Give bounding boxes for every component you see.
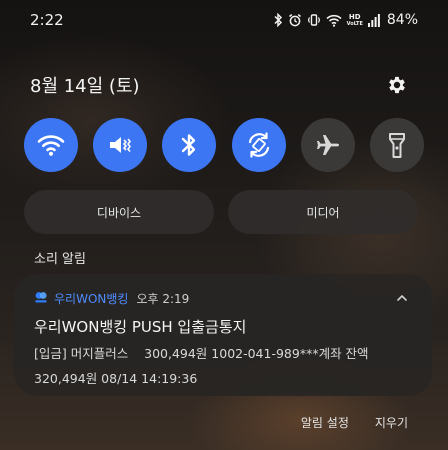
notification-time: 오후 2:19: [136, 291, 190, 306]
signal-icon: [367, 13, 380, 27]
vibrate-icon: [110, 137, 132, 153]
devices-button[interactable]: 디바이스: [24, 190, 214, 234]
auto-rotate-toggle[interactable]: [231, 118, 286, 172]
notification-app-name: 우리WON뱅킹: [54, 291, 129, 306]
status-bar: 2:22 HD VoLTE 84%: [0, 0, 448, 40]
notification-body-line-1: [입금] 머지플러스 300,494원 1002-041-989***계좌 잔액: [34, 346, 369, 361]
alarm-icon: [288, 14, 301, 27]
airplane-toggle[interactable]: [300, 118, 355, 172]
notification-card[interactable]: 우리WON뱅킹 오후 2:19 우리WON뱅킹 PUSH 입출금통지 [입금] …: [14, 274, 432, 396]
media-button[interactable]: 미디어: [228, 190, 418, 234]
wifi-icon: [37, 135, 65, 156]
rotate-icon: [248, 132, 269, 158]
date-label: 8월 14일 (토): [30, 76, 140, 97]
flashlight-toggle[interactable]: [369, 118, 424, 172]
notification-footer-actions: 알림 설정 지우기: [301, 414, 408, 431]
sound-toggle[interactable]: [93, 118, 148, 172]
chevron-up-icon[interactable]: [396, 292, 408, 304]
pill-row: 디바이스 미디어: [24, 190, 418, 234]
quick-settings-row: [24, 118, 424, 172]
notification-header: 우리WON뱅킹 오후 2:19: [34, 288, 412, 308]
bluetooth-toggle[interactable]: [162, 118, 217, 172]
wifi-icon: [326, 14, 342, 27]
bluetooth-icon: [182, 134, 196, 156]
woori-won-logo-icon: [35, 292, 47, 303]
clear-button[interactable]: 지우기: [375, 414, 408, 431]
hd-badge: HD VoLTE: [347, 13, 363, 27]
wifi-toggle[interactable]: [24, 118, 78, 172]
hd-badge-top: HD: [348, 13, 361, 21]
notification-settings-button[interactable]: 알림 설정: [301, 414, 349, 431]
notification-body-line-2: 320,494원 08/14 14:19:36: [34, 371, 198, 386]
notification-title: 우리WON뱅킹 PUSH 입출금통지: [34, 318, 247, 336]
status-time: 2:22: [30, 11, 64, 29]
gear-icon[interactable]: [386, 74, 408, 96]
bluetooth-icon: [274, 13, 282, 27]
sound-notifications-label: 소리 알림: [34, 252, 86, 267]
airplane-icon: [316, 135, 339, 155]
status-icons: HD VoLTE 84%: [273, 12, 418, 28]
header-row: 8월 14일 (토): [30, 72, 408, 98]
hd-badge-bottom: VoLTE: [346, 21, 363, 27]
battery-level: 84%: [386, 12, 418, 28]
flashlight-icon: [388, 133, 405, 158]
vibrate-icon: [307, 14, 320, 26]
